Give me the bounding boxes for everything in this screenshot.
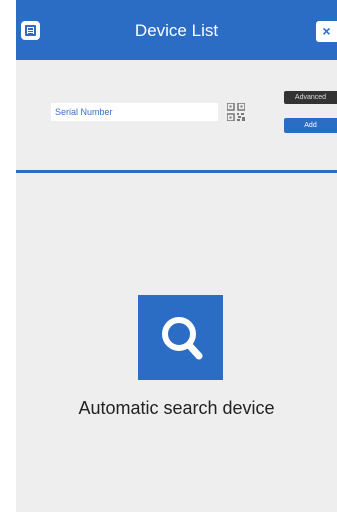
auto-search-button[interactable] <box>138 295 223 380</box>
app-screen: Device List × Advanced Add Automatic sea… <box>16 0 337 512</box>
qr-code-icon[interactable] <box>227 103 245 121</box>
serial-number-input[interactable] <box>51 103 218 121</box>
add-button[interactable]: Add <box>284 118 337 133</box>
header-bar: Device List × <box>16 0 337 60</box>
magnifier-icon <box>162 317 203 360</box>
close-button[interactable]: × <box>316 21 337 42</box>
advanced-button[interactable]: Advanced <box>284 91 337 104</box>
page-title: Device List <box>134 21 219 40</box>
auto-search-label[interactable]: Automatic search device <box>16 397 337 419</box>
close-icon: × <box>322 23 331 39</box>
section-divider <box>16 170 337 173</box>
